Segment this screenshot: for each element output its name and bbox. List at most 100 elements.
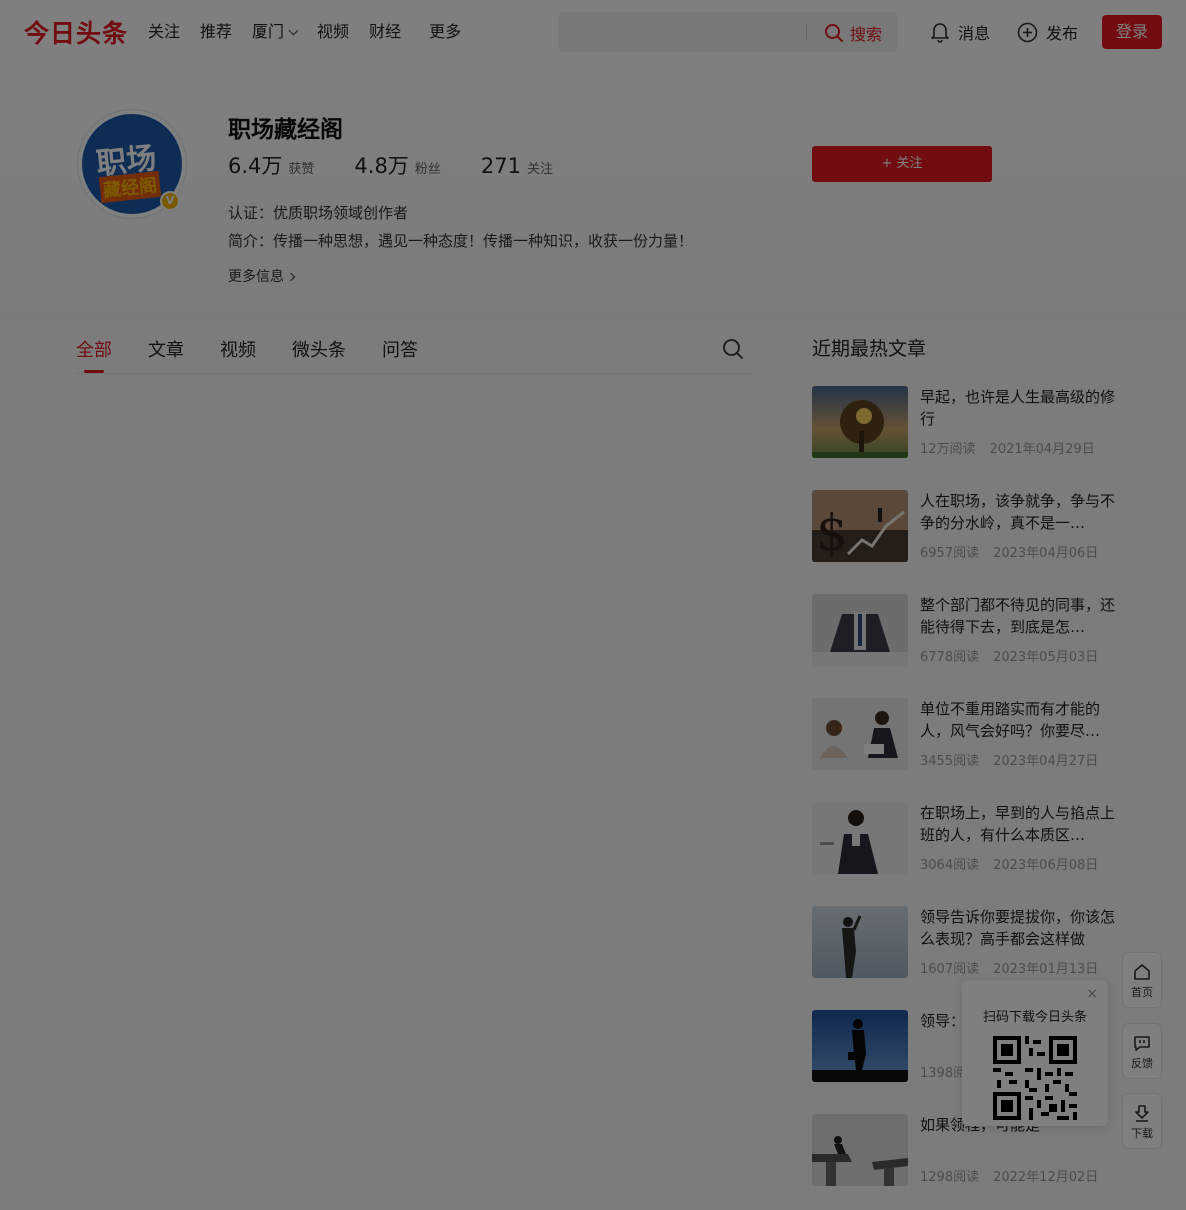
toutiao-logo[interactable]: 今日头条 bbox=[24, 14, 128, 50]
list-item[interactable]: 在职场上，早到的人与掐点上班的人，有什么本质区… 3064阅读 2023年06月0… bbox=[812, 802, 1115, 874]
stat-following-value: 271 bbox=[480, 154, 521, 178]
article-meta: 12万阅读 2021年04月29日 bbox=[920, 438, 1095, 457]
more-info-label: 更多信息 bbox=[228, 269, 284, 285]
messages-label: 消息 bbox=[958, 24, 991, 43]
publish-label: 发布 bbox=[1046, 24, 1079, 43]
nav-item-finance[interactable]: 财经 bbox=[369, 20, 401, 44]
chevron-right-icon bbox=[286, 272, 296, 282]
article-date: 2023年06月08日 bbox=[993, 858, 1099, 873]
nav-item-video[interactable]: 视频 bbox=[317, 20, 349, 44]
article-meta: 1298阅读 2022年12月02日 bbox=[920, 1166, 1098, 1185]
verified-badge-icon: V bbox=[160, 191, 180, 211]
home-icon bbox=[1134, 964, 1150, 980]
nav-item-recommend[interactable]: 推荐 bbox=[200, 20, 232, 44]
article-reads: 3064阅读 bbox=[920, 858, 980, 873]
avatar-text-bottom: 藏经阁 bbox=[98, 170, 162, 204]
more-info-link[interactable]: 更多信息 bbox=[228, 266, 296, 286]
article-meta: 3064阅读 2023年06月08日 bbox=[920, 854, 1098, 873]
search-button-label: 搜索 bbox=[850, 25, 883, 44]
stat-likes: 6.4万 获赞 bbox=[228, 150, 314, 180]
article-date: 2023年01月13日 bbox=[993, 962, 1099, 977]
qr-download-text: 扫码下载今日头条 bbox=[982, 1010, 1087, 1025]
side-feedback-button[interactable]: 反馈 bbox=[1122, 1023, 1162, 1079]
profile-stats: 6.4万 获赞 4.8万 粉丝 271 关注 bbox=[228, 150, 593, 180]
article-date: 2023年04月27日 bbox=[993, 754, 1099, 769]
content-tabs: 全部 文章 视频 微头条 问答 bbox=[76, 336, 754, 374]
top-header: 今日头条 关注 推荐 厦门 视频 财经 更多 搜索 消息 发布 登录 bbox=[0, 0, 1186, 64]
article-date: 2023年04月06日 bbox=[993, 546, 1099, 561]
side-download-button[interactable]: 下载 bbox=[1122, 1093, 1162, 1149]
side-home-label: 首页 bbox=[1131, 986, 1153, 999]
article-reads: 6778阅读 bbox=[920, 650, 980, 665]
article-reads: 3455阅读 bbox=[920, 754, 980, 769]
active-tab-indicator bbox=[84, 370, 104, 373]
article-reads: 1607阅读 bbox=[920, 962, 980, 977]
list-item[interactable]: 早起，也许是人生最高级的修行 12万阅读 2021年04月29日 bbox=[812, 386, 1115, 458]
side-download-label: 下载 bbox=[1131, 1127, 1153, 1140]
messages-button[interactable]: 消息 bbox=[930, 20, 990, 44]
stat-following: 271 关注 bbox=[481, 154, 553, 178]
close-icon[interactable]: × bbox=[1086, 986, 1098, 1002]
tab-videos[interactable]: 视频 bbox=[220, 336, 256, 362]
side-home-button[interactable]: 首页 bbox=[1122, 952, 1162, 1008]
article-date: 2022年12月02日 bbox=[993, 1170, 1099, 1185]
article-meta: 3455阅读 2023年04月27日 bbox=[920, 750, 1098, 769]
article-thumbnail: $ bbox=[812, 490, 908, 562]
list-item[interactable]: $ 人在职场，该争就争，争与不争的分水岭，真不是一… 6957阅读 2023年04… bbox=[812, 490, 1115, 562]
article-title: 领导告诉你要提拔你，你该怎么表现？高手都会这样做 bbox=[920, 908, 1115, 948]
nav-item-city[interactable]: 厦门 bbox=[252, 20, 299, 44]
login-button[interactable]: 登录 bbox=[1102, 15, 1162, 49]
search-bar: 搜索 bbox=[558, 12, 898, 52]
publish-button[interactable]: 发布 bbox=[1017, 20, 1078, 44]
article-reads: 6957阅读 bbox=[920, 546, 980, 561]
nav-item-city-label: 厦门 bbox=[252, 22, 285, 41]
stat-following-label: 关注 bbox=[526, 162, 553, 177]
side-feedback-label: 反馈 bbox=[1131, 1057, 1153, 1070]
article-title: 单位不重用踏实而有才能的人，风气会好吗？你要尽… bbox=[920, 700, 1101, 740]
article-date: 2021年04月29日 bbox=[989, 442, 1095, 457]
intro-text: 简介：传播一种思想，遇见一种态度！传播一种知识，收获一份力量！ bbox=[228, 232, 694, 250]
article-thumbnail bbox=[812, 594, 908, 666]
article-title: 在职场上，早到的人与掐点上班的人，有什么本质区… bbox=[920, 804, 1115, 844]
search-input[interactable] bbox=[570, 20, 800, 44]
nav-item-more[interactable]: 更多 bbox=[429, 20, 461, 44]
main-nav: 关注 推荐 厦门 视频 财经 更多 bbox=[148, 20, 481, 44]
article-title: 整个部门都不待见的同事，还能待得下去，到底是怎… bbox=[920, 596, 1115, 636]
profile-name: 职场藏经阁 bbox=[228, 117, 343, 143]
article-thumbnail bbox=[812, 698, 908, 770]
article-meta: 1607阅读 2023年01月13日 bbox=[920, 958, 1098, 977]
tab-all[interactable]: 全部 bbox=[76, 336, 112, 362]
article-thumbnail bbox=[812, 1114, 908, 1186]
article-meta: 6957阅读 2023年04月06日 bbox=[920, 542, 1098, 561]
tab-qa[interactable]: 问答 bbox=[382, 336, 418, 362]
stat-fans-label: 粉丝 bbox=[414, 162, 441, 177]
search-icon bbox=[825, 24, 843, 42]
article-thumbnail bbox=[812, 386, 908, 458]
tab-articles[interactable]: 文章 bbox=[148, 336, 184, 362]
plus-circle-icon bbox=[1017, 22, 1038, 42]
article-meta: 6778阅读 2023年05月03日 bbox=[920, 646, 1098, 665]
article-reads: 1298阅读 bbox=[920, 1170, 980, 1185]
article-reads: 1398阅 bbox=[920, 1066, 967, 1081]
svg-text:$: $ bbox=[816, 504, 848, 562]
list-item[interactable]: 领导告诉你要提拔你，你该怎么表现？高手都会这样做 1607阅读 2023年01月1… bbox=[812, 906, 1115, 978]
qr-download-popup: × 扫码下载今日头条 bbox=[962, 980, 1108, 1126]
article-thumbnail bbox=[812, 802, 908, 874]
tab-micro-posts[interactable]: 微头条 bbox=[292, 336, 346, 362]
stat-fans-value: 4.8万 bbox=[354, 154, 409, 178]
article-date: 2023年05月03日 bbox=[993, 650, 1099, 665]
chevron-down-icon bbox=[288, 25, 299, 36]
stat-fans: 4.8万 粉丝 bbox=[354, 150, 440, 180]
list-item[interactable]: 整个部门都不待见的同事，还能待得下去，到底是怎… 6778阅读 2023年05月0… bbox=[812, 594, 1115, 666]
article-reads: 12万阅读 bbox=[920, 442, 976, 457]
stat-likes-label: 获赞 bbox=[288, 162, 315, 177]
follow-button[interactable]: + 关注 bbox=[812, 146, 992, 182]
bell-icon bbox=[931, 23, 949, 43]
hot-articles-title: 近期最热文章 bbox=[812, 338, 927, 360]
search-button[interactable]: 搜索 bbox=[824, 21, 882, 45]
article-thumbnail bbox=[812, 1010, 908, 1082]
list-item[interactable]: 单位不重用踏实而有才能的人，风气会好吗？你要尽… 3455阅读 2023年04月2… bbox=[812, 698, 1112, 770]
search-icon bbox=[723, 339, 743, 359]
tab-search-button[interactable] bbox=[722, 338, 744, 364]
nav-item-follow[interactable]: 关注 bbox=[148, 20, 180, 44]
